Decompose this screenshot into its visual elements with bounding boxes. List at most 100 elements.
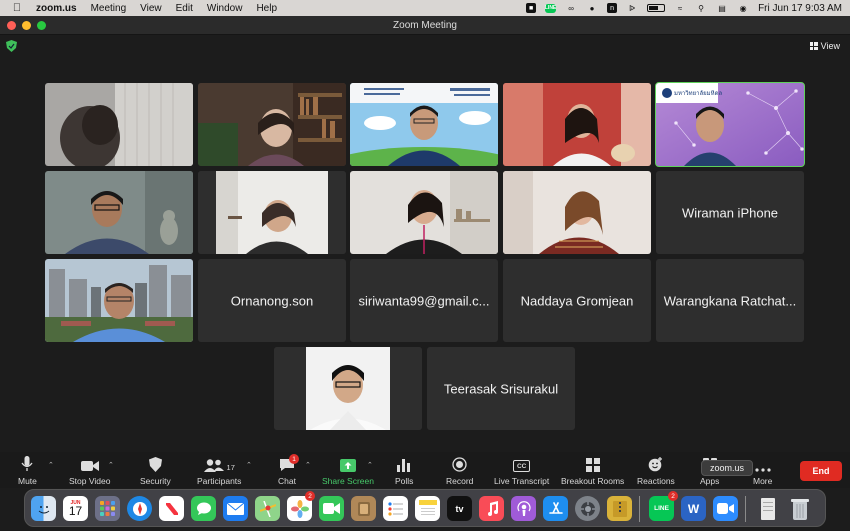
- siri-icon[interactable]: ◉: [737, 3, 749, 13]
- menu-help[interactable]: Help: [256, 3, 277, 14]
- trash-icon[interactable]: [787, 496, 812, 521]
- close-window-button[interactable]: [7, 21, 16, 30]
- fullscreen-window-button[interactable]: [37, 21, 46, 30]
- menu-edit[interactable]: Edit: [176, 3, 193, 14]
- notes-app-icon[interactable]: [351, 496, 376, 521]
- control-center-icon[interactable]: ▤: [716, 3, 728, 13]
- app-store-icon[interactable]: [543, 496, 568, 521]
- more-button[interactable]: More: [753, 455, 772, 486]
- calendar-icon[interactable]: JUN 17: [63, 496, 88, 521]
- podcasts-icon[interactable]: [511, 496, 536, 521]
- word-icon[interactable]: W: [681, 496, 706, 521]
- music-icon[interactable]: [479, 496, 504, 521]
- window-title: Zoom Meeting: [393, 19, 457, 31]
- battery-icon[interactable]: [647, 4, 666, 12]
- participant-tile[interactable]: [350, 171, 498, 254]
- participant-tile[interactable]: [198, 171, 346, 254]
- video-camera-icon: [80, 455, 99, 472]
- finder-icon[interactable]: [31, 496, 56, 521]
- reactions-button[interactable]: Reactions: [637, 455, 675, 486]
- participant-tile-name-only[interactable]: Warangkana Ratchat...: [656, 259, 804, 342]
- bluetooth-icon[interactable]: ᐉ: [626, 3, 638, 13]
- creative-cloud-icon[interactable]: ∞: [565, 3, 577, 13]
- microphone-icon: [21, 455, 33, 472]
- mail-icon[interactable]: [223, 496, 248, 521]
- menu-app-name[interactable]: zoom.us: [36, 3, 77, 14]
- breakout-rooms-button[interactable]: Breakout Rooms: [561, 455, 624, 486]
- chat-options-caret-icon[interactable]: ⌃: [305, 461, 311, 469]
- participant-tile[interactable]: [45, 83, 193, 166]
- participant-video: [45, 171, 193, 254]
- macos-dock: JUN 17 2 tv LINE 2 W: [24, 489, 826, 527]
- app-tooltip: zoom.us: [701, 460, 753, 476]
- end-meeting-button[interactable]: End: [800, 461, 842, 481]
- zoom-dock-icon[interactable]: [713, 496, 738, 521]
- encryption-shield-icon[interactable]: [6, 40, 17, 52]
- word-label: W: [687, 501, 700, 516]
- security-button[interactable]: Security: [140, 455, 171, 486]
- security-shield-icon: [148, 455, 162, 472]
- messages-icon[interactable]: [191, 496, 216, 521]
- menu-window[interactable]: Window: [207, 3, 243, 14]
- mute-button[interactable]: Mute: [18, 455, 37, 486]
- polls-button[interactable]: Polls: [395, 455, 413, 486]
- share-screen-button[interactable]: Share Screen: [322, 455, 374, 486]
- breakout-rooms-grid-icon: [585, 455, 600, 472]
- participant-tile-active-speaker[interactable]: มหาวิทยาลัยมหิดล: [655, 82, 805, 167]
- polls-bar-icon: [397, 455, 411, 472]
- archive-utility-icon[interactable]: [607, 496, 632, 521]
- news-icon[interactable]: [159, 496, 184, 521]
- view-button[interactable]: View: [809, 41, 840, 51]
- closed-captions-icon: CC: [513, 455, 531, 472]
- chat-unread-badge: 1: [289, 454, 299, 464]
- maps-icon[interactable]: [255, 496, 280, 521]
- minimize-window-button[interactable]: [22, 21, 31, 30]
- share-options-caret-icon[interactable]: ⌃: [367, 461, 373, 469]
- participants-count: 17: [226, 463, 235, 472]
- participant-tile-name-only[interactable]: Teerasak Srisurakul: [427, 347, 575, 430]
- menu-clock[interactable]: Fri Jun 17 9:03 AM: [758, 3, 842, 14]
- notes-icon[interactable]: [415, 496, 440, 521]
- notion-icon[interactable]: n: [607, 3, 618, 13]
- participants-button[interactable]: 17 Participants: [197, 455, 241, 486]
- zoom-status-icon[interactable]: ■: [526, 3, 537, 13]
- participant-tile[interactable]: [45, 171, 193, 254]
- participant-tile[interactable]: [350, 83, 498, 166]
- participant-tile-name-only[interactable]: Ornanong.son: [198, 259, 346, 342]
- record-button[interactable]: Record: [446, 455, 473, 486]
- participant-video: [198, 171, 346, 254]
- documents-stack-icon[interactable]: [755, 496, 780, 521]
- wifi-icon[interactable]: ≈: [674, 3, 686, 13]
- participants-options-caret-icon[interactable]: ⌃: [246, 461, 252, 469]
- photos-badge: 2: [305, 491, 315, 501]
- reminders-icon[interactable]: [383, 496, 408, 521]
- grammarly-icon[interactable]: ●: [586, 3, 598, 13]
- participant-tile[interactable]: [503, 83, 651, 166]
- safari-icon[interactable]: [127, 496, 152, 521]
- search-icon[interactable]: ⚲: [695, 3, 707, 13]
- participant-tile[interactable]: [503, 171, 651, 254]
- participant-video: [503, 171, 651, 254]
- facetime-icon[interactable]: [319, 496, 344, 521]
- participants-icon: 17: [203, 455, 235, 472]
- apple-menu-icon[interactable]: : [10, 2, 24, 14]
- apple-tv-icon[interactable]: tv: [447, 496, 472, 521]
- participant-tile-name-only[interactable]: Wiraman iPhone: [656, 171, 804, 254]
- launchpad-icon[interactable]: [95, 496, 120, 521]
- stop-video-button[interactable]: Stop Video: [69, 455, 110, 486]
- menu-meeting[interactable]: Meeting: [91, 3, 127, 14]
- line-status-icon[interactable]: LINE: [545, 3, 556, 13]
- participant-tile-name-only[interactable]: siriwanta99@gmail.c...: [350, 259, 498, 342]
- video-options-caret-icon[interactable]: ⌃: [108, 461, 114, 469]
- system-settings-icon[interactable]: [575, 496, 600, 521]
- participant-tile[interactable]: [274, 347, 422, 430]
- menu-view[interactable]: View: [140, 3, 162, 14]
- view-label: View: [820, 41, 840, 51]
- audio-options-caret-icon[interactable]: ⌃: [48, 461, 54, 469]
- more-dots-icon: [755, 455, 771, 472]
- participant-tile-name-only[interactable]: Naddaya Gromjean: [503, 259, 651, 342]
- participant-video: [350, 83, 498, 166]
- live-transcript-button[interactable]: CC Live Transcript: [494, 455, 549, 486]
- participant-tile[interactable]: [198, 83, 346, 166]
- participant-tile[interactable]: [45, 259, 193, 342]
